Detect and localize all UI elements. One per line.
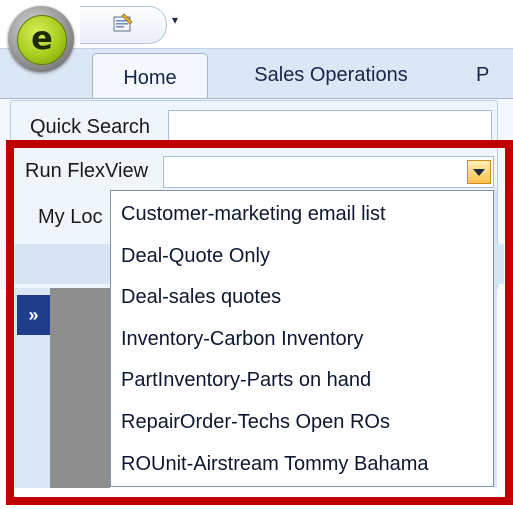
properties-icon[interactable] [112, 12, 134, 34]
quick-search-input[interactable] [168, 110, 492, 142]
logo-letter: e [31, 19, 53, 57]
customize-toolbar-arrow[interactable]: ▾ [172, 13, 178, 27]
logo-icon: e [17, 15, 67, 65]
app-logo-button[interactable]: e [8, 6, 74, 72]
dropdown-item-repairorder-techs[interactable]: RepairOrder-Techs Open ROs [121, 405, 390, 439]
tab-partial[interactable]: P [476, 49, 506, 99]
ribbon-tab-strip: Home Sales Operations P [0, 48, 513, 101]
flexview-dropdown-list: Customer-marketing email list Deal-Quote… [110, 190, 494, 487]
dropdown-item-rounit-airstream[interactable]: ROUnit-Airstream Tommy Bahama [121, 447, 428, 481]
title-bar [0, 0, 513, 48]
dropdown-item-deal-sales-quotes[interactable]: Deal-sales quotes [121, 280, 281, 314]
dropdown-item-customer-marketing[interactable]: Customer-marketing email list [121, 197, 386, 231]
dropdown-item-partinventory-parts[interactable]: PartInventory-Parts on hand [121, 363, 371, 397]
dropdown-item-inventory-carbon[interactable]: Inventory-Carbon Inventory [121, 322, 363, 356]
quick-search-label: Quick Search [30, 116, 151, 138]
tab-home[interactable]: Home [92, 53, 208, 101]
dropdown-item-deal-quote-only[interactable]: Deal-Quote Only [121, 239, 270, 273]
tab-sales-operations[interactable]: Sales Operations [222, 49, 440, 99]
